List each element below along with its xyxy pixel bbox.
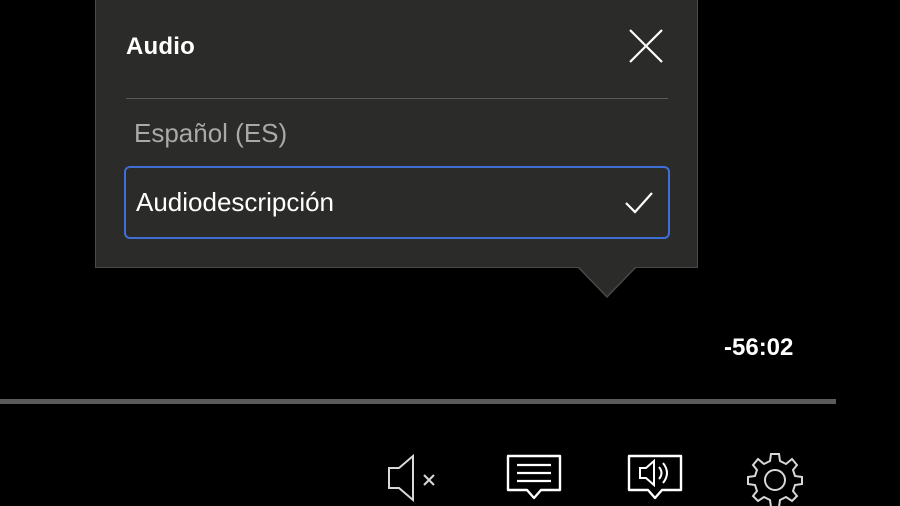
close-button[interactable]	[626, 26, 666, 66]
popup-arrow	[579, 267, 635, 296]
mute-button[interactable]	[386, 450, 440, 506]
popup-title: Audio	[126, 33, 195, 60]
speaker-muted-icon	[388, 453, 435, 503]
subtitles-button[interactable]	[504, 450, 564, 506]
progress-bar[interactable]	[0, 399, 836, 404]
video-player: Audio Español (ES) Audiodescripción -56:…	[0, 0, 900, 506]
audio-option-label: Español (ES)	[134, 117, 288, 148]
close-icon	[629, 29, 663, 63]
audio-popup: Audio Español (ES) Audiodescripción	[95, 0, 698, 268]
settings-button[interactable]	[746, 450, 806, 506]
audio-track-icon	[627, 454, 683, 500]
audio-option-audiodescripcion[interactable]: Audiodescripción	[124, 166, 670, 239]
audio-option-espanol[interactable]: Español (ES)	[124, 97, 670, 169]
time-remaining: -56:02	[724, 334, 794, 361]
checkmark-icon	[625, 192, 653, 214]
subtitles-icon	[506, 454, 562, 500]
audio-option-label: Audiodescripción	[136, 187, 335, 217]
gear-icon	[747, 453, 803, 506]
audio-button[interactable]	[625, 450, 685, 506]
